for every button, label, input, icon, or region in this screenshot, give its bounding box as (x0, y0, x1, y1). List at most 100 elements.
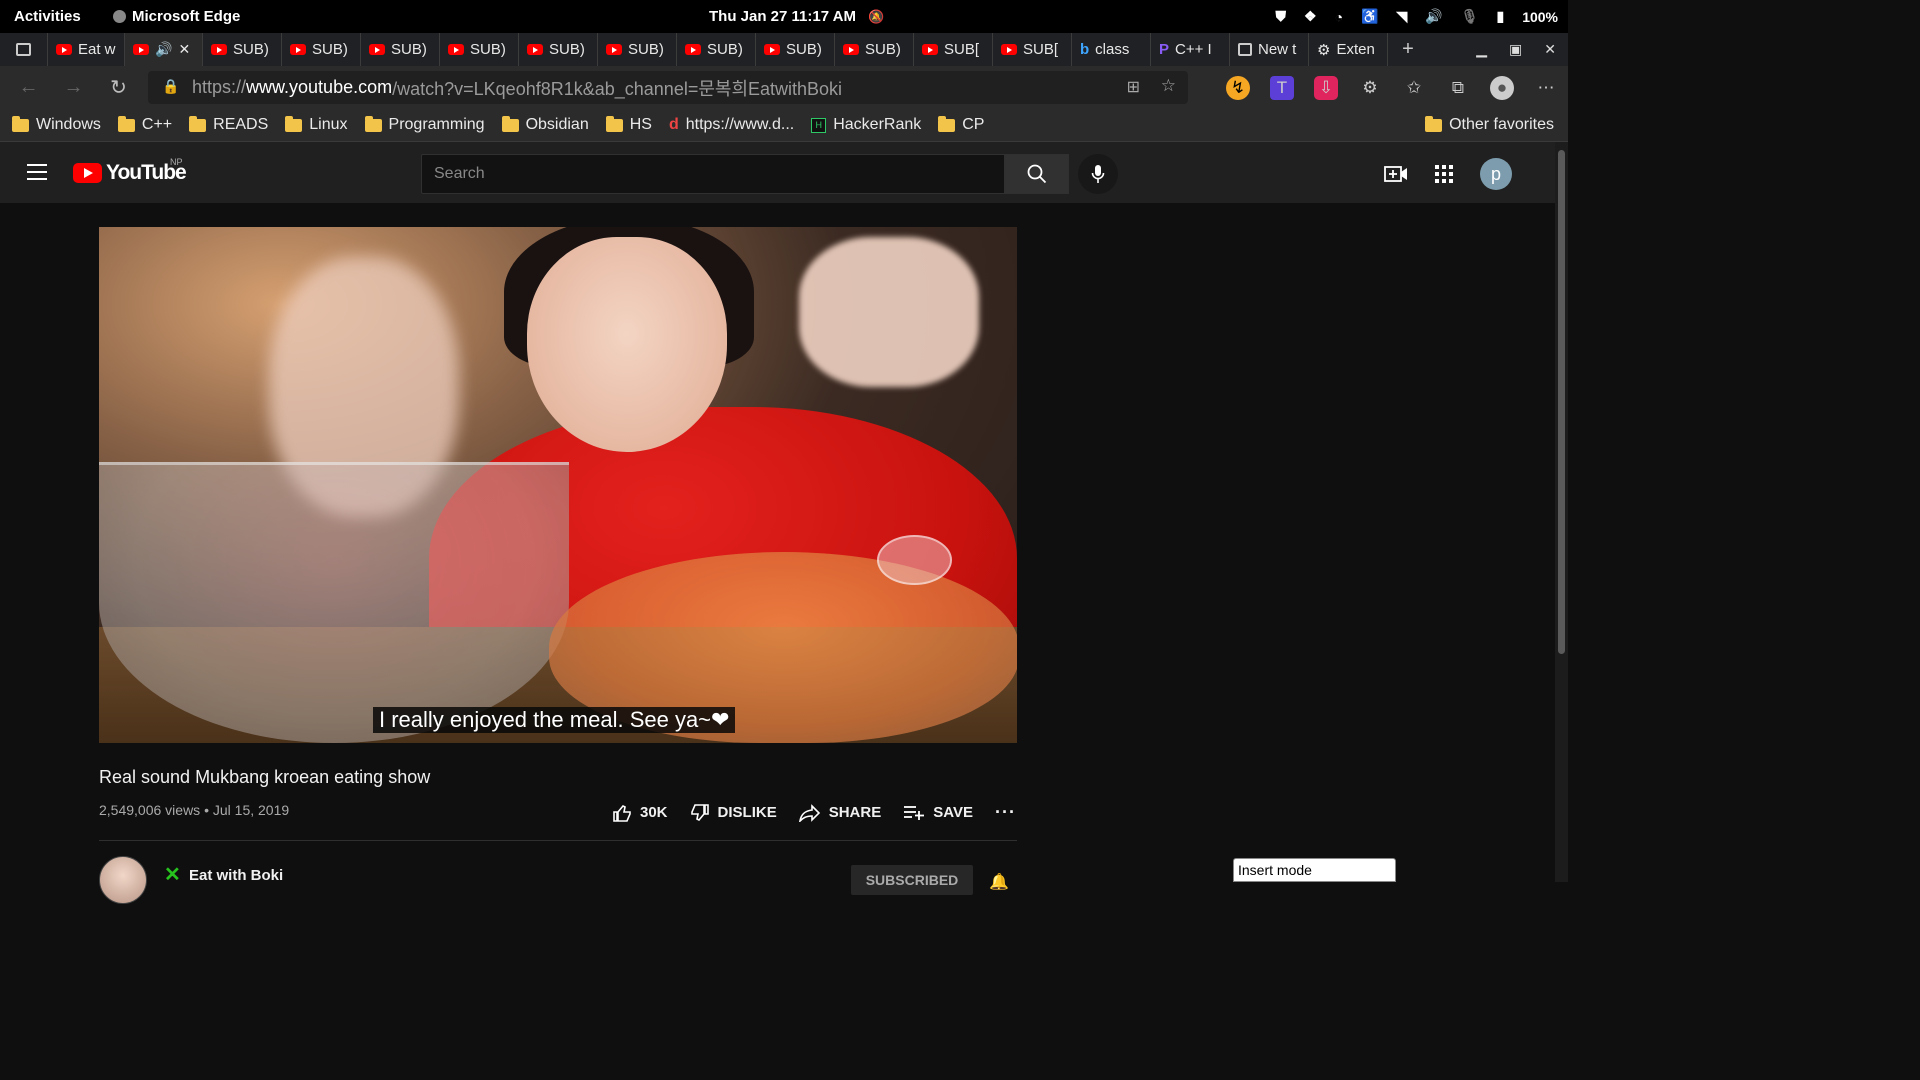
create-video-icon[interactable] (1384, 165, 1408, 183)
tab-13[interactable]: b class (1072, 33, 1151, 66)
tab-active[interactable]: 🔊 ✕ (125, 33, 203, 66)
tab-12[interactable]: SUB[ (993, 33, 1072, 66)
minimize-icon[interactable]: ▁ (1476, 41, 1487, 58)
add-to-playlist-icon (904, 805, 925, 820)
tab-label: Eat w (78, 41, 116, 58)
tab-label: SUB) (865, 41, 901, 58)
header-actions: p (1384, 158, 1512, 190)
profile-icon[interactable]: ● (1490, 75, 1514, 100)
channel-name[interactable]: Eat with Boki (189, 867, 283, 884)
tab-3[interactable]: SUB) (282, 33, 361, 66)
hackerrank-icon: H (811, 117, 827, 133)
maximize-icon[interactable]: ▣ (1509, 41, 1522, 58)
extensions-icon[interactable]: ⚙ (1358, 76, 1382, 100)
thumbs-down-icon (690, 803, 709, 821)
other-favorites[interactable]: Other favorites (1425, 115, 1554, 134)
favorite-hackerrank[interactable]: H HackerRank (811, 116, 921, 134)
url-prefix: https:// (192, 77, 247, 97)
mic-muted-icon: 🎙 (1460, 8, 1479, 24)
system-tray[interactable]: ⛊ ❖ ◔ ♿ ◥ 🔊 🎙 ▮ 100% (1276, 8, 1559, 25)
menu-icon[interactable] (27, 164, 47, 180)
video-meta: 2,549,006 views • Jul 15, 2019 (99, 802, 290, 818)
new-tab-button[interactable]: + (1388, 38, 1428, 61)
search-button[interactable] (1005, 154, 1069, 194)
favorite-programming[interactable]: Programming (364, 115, 485, 134)
favorite-cpp[interactable]: C++ (117, 115, 172, 134)
tab-label: SUB[ (1023, 41, 1059, 58)
like-button[interactable]: 30K (612, 803, 668, 823)
favorites-bar: Windows C++ READS Linux Programming Obsi… (0, 109, 1568, 142)
notification-bell-icon[interactable]: 🔔 (989, 872, 1009, 892)
search-input[interactable]: Search (421, 154, 1005, 194)
favorite-reads[interactable]: READS (189, 115, 269, 134)
extension-orange-icon[interactable]: ↯ (1226, 75, 1250, 100)
activities-button[interactable]: Activities (14, 8, 81, 25)
favorite-hs[interactable]: HS (605, 115, 652, 134)
tab-6[interactable]: SUB) (519, 33, 598, 66)
favorite-obsidian[interactable]: Obsidian (501, 115, 589, 134)
refresh-button[interactable]: ↻ (96, 66, 141, 109)
app-menu[interactable]: Microsoft Edge (113, 8, 240, 25)
back-button[interactable]: ← (6, 66, 51, 109)
favorite-label: Obsidian (525, 116, 589, 133)
favorite-cp[interactable]: CP (938, 115, 984, 134)
tab-15[interactable]: New t (1230, 33, 1309, 66)
microphone-icon (1091, 165, 1105, 183)
close-tab-icon[interactable]: ✕ (178, 41, 190, 58)
tab-11[interactable]: SUB[ (914, 33, 993, 66)
dropbox-icon: ❖ (1304, 8, 1317, 24)
youtube-icon (369, 44, 385, 55)
account-avatar[interactable]: p (1480, 158, 1512, 190)
voice-search-button[interactable] (1078, 154, 1118, 194)
channel-avatar[interactable] (99, 856, 147, 904)
app-available-icon[interactable]: ⊞ (1127, 77, 1140, 97)
collections-icon[interactable]: ⧉ (1446, 76, 1470, 100)
extension-download-icon[interactable]: ⇩ (1314, 75, 1338, 100)
favorites-icon[interactable]: ✩ (1402, 76, 1426, 100)
battery-percent: 100% (1522, 8, 1558, 25)
apps-grid-icon[interactable] (1434, 164, 1454, 184)
clock[interactable]: Thu Jan 27 11:17 AM 🔕 (709, 8, 884, 25)
tab-actions-button[interactable] (0, 33, 48, 66)
accessibility-icon: ♿ (1361, 8, 1379, 24)
url-field[interactable]: 🔒 https://www.youtube.com/watch?v=LKqeoh… (148, 71, 1188, 104)
close-window-icon[interactable]: ✕ (1544, 41, 1556, 58)
extension-purple-icon[interactable]: T (1270, 75, 1294, 100)
favorite-label: READS (213, 116, 269, 133)
dislike-button[interactable]: DISLIKE (690, 803, 777, 823)
sync-icon: ◔ (1334, 8, 1344, 25)
tab-7[interactable]: SUB) (598, 33, 677, 66)
tab-5[interactable]: SUB) (440, 33, 519, 66)
save-button[interactable]: SAVE (903, 804, 973, 821)
share-button[interactable]: SHARE (798, 803, 882, 822)
forward-button[interactable]: → (51, 66, 96, 109)
share-label: SHARE (828, 804, 882, 821)
add-favorite-icon[interactable]: ☆ (1161, 76, 1176, 96)
tab-4[interactable]: SUB) (361, 33, 440, 66)
scrollbar-thumb[interactable] (1558, 150, 1565, 654)
more-actions-icon[interactable]: ··· (995, 802, 1016, 823)
tab-10[interactable]: SUB) (835, 33, 914, 66)
video-player[interactable] (99, 227, 1017, 743)
tab-14[interactable]: P C++ I (1151, 33, 1230, 66)
subscribed-button[interactable]: SUBSCRIBED (851, 865, 973, 895)
tab-label: SUB) (312, 41, 348, 58)
tab-0[interactable]: Eat w (48, 33, 125, 66)
window-controls: ▁ ▣ ✕ (1476, 33, 1556, 66)
view-count: 2,549,006 views (99, 802, 201, 818)
settings-more-icon[interactable]: ⋯ (1534, 76, 1558, 100)
favorite-windows[interactable]: Windows (12, 115, 101, 134)
tab-9[interactable]: SUB) (756, 33, 835, 66)
speaker-icon[interactable]: 🔊 (155, 41, 172, 58)
tab-label: SUB) (707, 41, 743, 58)
favorite-linux[interactable]: Linux (285, 115, 348, 134)
tab-8[interactable]: SUB) (677, 33, 756, 66)
link-icon: d (668, 116, 679, 133)
tab-16[interactable]: ⚙ Exten (1309, 33, 1388, 66)
folder-icon (12, 115, 29, 132)
youtube-logo[interactable]: YouTube NP (73, 157, 187, 185)
favorite-link[interactable]: d https://www.d... (669, 116, 794, 134)
tab-2[interactable]: SUB) (203, 33, 282, 66)
youtube-icon (685, 44, 701, 55)
page-scrollbar[interactable] (1555, 142, 1568, 882)
